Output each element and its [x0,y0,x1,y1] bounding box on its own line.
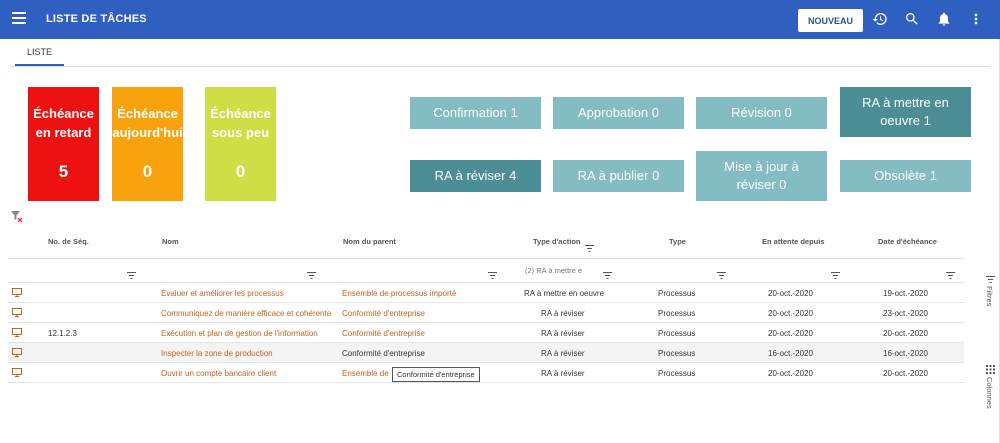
table-row[interactable]: 12.1.2.3 Exécution et plan de gestion de… [8,322,964,342]
column-header-name[interactable]: Nom [162,237,179,246]
table-row[interactable]: Évaluer et améliorer les processus Ensem… [8,282,964,302]
name-link[interactable]: Inspecter la zone de production [161,349,339,358]
name-link[interactable]: Ouvrir un compte bancaire client [161,369,339,378]
filter-clear-icon[interactable] [11,210,23,223]
table-row[interactable]: Communiquez de manière efficace et cohér… [8,302,964,322]
column-header-type[interactable]: Type [669,237,686,246]
menu-icon[interactable] [12,12,26,24]
monitor-icon[interactable] [12,328,22,337]
since-cell: 20-oct.-2020 [768,309,813,318]
action-cell: RA à réviser [541,369,585,378]
action-cell: RA à réviser [541,349,585,358]
tile-count: 5 [58,162,69,181]
columns-side-tab[interactable]: Colonnes [983,365,999,409]
tile-count: 0 [235,162,246,181]
search-icon[interactable] [904,11,920,27]
status-button-mise-a-jour[interactable]: Mise à jour à réviser 0 [696,151,827,201]
seq-cell: 12.1.2.3 [48,329,77,338]
filter-icon[interactable] [127,266,136,279]
name-link[interactable]: Exécution et plan de gestion de l'inform… [161,329,339,338]
parent-link[interactable]: Ensemble de processus importé [342,289,522,298]
filters-label: Filtres [985,286,994,307]
table-row[interactable]: Inspecter la zone de production Conformi… [8,342,964,362]
parent-link[interactable]: Conformité d'entreprise [342,329,522,338]
columns-icon [986,365,995,374]
status-button-ra-mettre-en-oeuvre[interactable]: RA à mettre en oeuvre 1 [840,87,971,137]
status-button-confirmation[interactable]: Confirmation 1 [410,97,541,129]
column-header-action-type[interactable]: Type d'action [533,237,580,246]
filter-icon[interactable] [946,266,955,279]
monitor-icon[interactable] [12,348,22,357]
due-cell: 16-oct.-2020 [883,349,928,358]
column-header-parent[interactable]: Nom du parent [343,237,396,246]
due-cell: 23-oct.-2020 [883,309,928,318]
filter-icon[interactable] [717,266,726,279]
app-bar: LISTE DE TÂCHES NOUVEAU [0,0,1000,39]
tab-divider [10,66,990,67]
due-cell: 20-oct.-2020 [883,329,928,338]
tile-overdue[interactable]: Échéance en retard 5 [28,87,99,201]
name-link[interactable]: Évaluer et améliorer les processus [161,289,339,298]
filter-icon [986,276,995,283]
new-button[interactable]: NOUVEAU [798,9,863,32]
status-button-ra-publier[interactable]: RA à publier 0 [553,160,684,192]
monitor-icon[interactable] [12,368,22,377]
history-icon[interactable] [872,11,888,27]
status-button-approbation[interactable]: Approbation 0 [553,97,684,129]
action-cell: RA à réviser [541,309,585,318]
type-cell: Processus [658,369,696,378]
parent-link[interactable]: Conformité d'entreprise [342,309,522,318]
bell-icon[interactable] [936,11,952,27]
filter-icon[interactable] [585,239,594,252]
filter-icon[interactable] [603,266,612,279]
table-row[interactable]: Ouvrir un compte bancaire client Ensembl… [8,362,964,383]
monitor-icon[interactable] [12,288,22,297]
tab-bar: LISTE [15,42,65,66]
tile-today[interactable]: Échéance aujourd'hui 0 [112,87,183,201]
status-button-obsolete[interactable]: Obsolète 1 [840,160,971,192]
column-header-pending-since[interactable]: En attente depuis [762,237,825,246]
parent-link[interactable]: Conformité d'entreprise [342,349,522,358]
header-divider [8,258,964,259]
status-button-ra-reviser[interactable]: RA à réviser 4 [410,160,541,192]
action-cell: RA à mettre en oeuvre [524,289,605,298]
monitor-icon[interactable] [12,308,22,317]
filters-side-tab[interactable]: Filtres [983,276,999,306]
filter-icon[interactable] [307,266,316,279]
tile-label: Échéance aujourd'hui [112,106,183,140]
due-cell: 20-oct.-2020 [883,369,928,378]
tile-label: Échéance sous peu [210,106,271,140]
action-cell: RA à réviser [541,329,585,338]
since-cell: 16-oct.-2020 [768,349,813,358]
type-cell: Processus [658,309,696,318]
tile-soon[interactable]: Échéance sous peu 0 [205,87,276,201]
status-button-revision[interactable]: Révision 0 [696,97,827,129]
filter-icon[interactable] [488,266,497,279]
since-cell: 20-oct.-2020 [768,369,813,378]
since-cell: 20-oct.-2020 [768,289,813,298]
type-cell: Processus [658,329,696,338]
since-cell: 20-oct.-2020 [768,329,813,338]
columns-label: Colonnes [985,377,994,409]
filter-icon[interactable] [831,266,840,279]
tab-liste[interactable]: LISTE [15,42,65,66]
type-cell: Processus [658,349,696,358]
tile-count: 0 [142,162,153,181]
due-cell: 19-oct.-2020 [883,289,928,298]
tooltip: Conformité d'entreprise [392,367,480,382]
more-vert-icon[interactable] [968,11,984,27]
tile-label: Échéance en retard [33,106,94,140]
type-cell: Processus [658,289,696,298]
action-type-filter-value[interactable]: (2) RA à mettre e [525,266,582,275]
column-header-seq[interactable]: No. de Séq. [48,237,89,246]
column-header-due-date[interactable]: Date d'échéance [878,237,937,246]
page-title: LISTE DE TÂCHES [46,13,147,25]
name-link[interactable]: Communiquez de manière efficace et cohér… [161,309,339,318]
